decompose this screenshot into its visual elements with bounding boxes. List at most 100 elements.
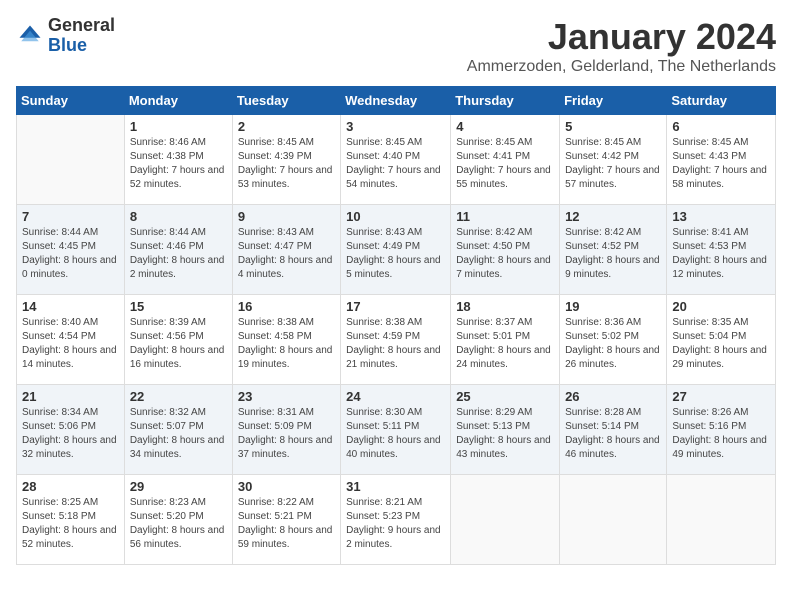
calendar-cell: 10 Sunrise: 8:43 AMSunset: 4:49 PMDaylig… xyxy=(341,205,451,295)
calendar-cell: 18 Sunrise: 8:37 AMSunset: 5:01 PMDaylig… xyxy=(451,295,560,385)
location-subtitle: Ammerzoden, Gelderland, The Netherlands xyxy=(467,58,776,76)
day-info: Sunrise: 8:44 AMSunset: 4:46 PMDaylight:… xyxy=(130,227,225,280)
logo-blue: Blue xyxy=(48,36,115,56)
calendar-cell: 7 Sunrise: 8:44 AMSunset: 4:45 PMDayligh… xyxy=(17,205,125,295)
day-info: Sunrise: 8:31 AMSunset: 5:09 PMDaylight:… xyxy=(238,407,333,460)
day-info: Sunrise: 8:38 AMSunset: 4:58 PMDaylight:… xyxy=(238,317,333,370)
day-info: Sunrise: 8:46 AMSunset: 4:38 PMDaylight:… xyxy=(130,137,225,190)
calendar-cell: 14 Sunrise: 8:40 AMSunset: 4:54 PMDaylig… xyxy=(17,295,125,385)
header-friday: Friday xyxy=(560,87,667,115)
calendar-cell xyxy=(17,115,125,205)
day-number: 19 xyxy=(565,299,661,314)
calendar-cell: 5 Sunrise: 8:45 AMSunset: 4:42 PMDayligh… xyxy=(560,115,667,205)
header-thursday: Thursday xyxy=(451,87,560,115)
calendar-cell: 26 Sunrise: 8:28 AMSunset: 5:14 PMDaylig… xyxy=(560,385,667,475)
day-info: Sunrise: 8:41 AMSunset: 4:53 PMDaylight:… xyxy=(672,227,767,280)
day-info: Sunrise: 8:45 AMSunset: 4:41 PMDaylight:… xyxy=(456,137,551,190)
calendar-cell: 19 Sunrise: 8:36 AMSunset: 5:02 PMDaylig… xyxy=(560,295,667,385)
day-number: 1 xyxy=(130,119,227,134)
day-number: 12 xyxy=(565,209,661,224)
day-info: Sunrise: 8:39 AMSunset: 4:56 PMDaylight:… xyxy=(130,317,225,370)
day-info: Sunrise: 8:45 AMSunset: 4:39 PMDaylight:… xyxy=(238,137,333,190)
day-info: Sunrise: 8:36 AMSunset: 5:02 PMDaylight:… xyxy=(565,317,660,370)
calendar-cell: 9 Sunrise: 8:43 AMSunset: 4:47 PMDayligh… xyxy=(232,205,340,295)
calendar-cell xyxy=(560,475,667,565)
day-info: Sunrise: 8:32 AMSunset: 5:07 PMDaylight:… xyxy=(130,407,225,460)
calendar-cell: 15 Sunrise: 8:39 AMSunset: 4:56 PMDaylig… xyxy=(124,295,232,385)
day-number: 5 xyxy=(565,119,661,134)
day-number: 31 xyxy=(346,479,445,494)
day-number: 21 xyxy=(22,389,119,404)
day-number: 26 xyxy=(565,389,661,404)
day-number: 25 xyxy=(456,389,554,404)
calendar-cell: 29 Sunrise: 8:23 AMSunset: 5:20 PMDaylig… xyxy=(124,475,232,565)
header: General Blue January 2024 Ammerzoden, Ge… xyxy=(16,16,776,76)
day-number: 29 xyxy=(130,479,227,494)
header-sunday: Sunday xyxy=(17,87,125,115)
calendar-cell: 4 Sunrise: 8:45 AMSunset: 4:41 PMDayligh… xyxy=(451,115,560,205)
calendar-cell: 23 Sunrise: 8:31 AMSunset: 5:09 PMDaylig… xyxy=(232,385,340,475)
day-number: 7 xyxy=(22,209,119,224)
calendar-cell: 3 Sunrise: 8:45 AMSunset: 4:40 PMDayligh… xyxy=(341,115,451,205)
calendar-cell: 17 Sunrise: 8:38 AMSunset: 4:59 PMDaylig… xyxy=(341,295,451,385)
calendar-week-1: 7 Sunrise: 8:44 AMSunset: 4:45 PMDayligh… xyxy=(17,205,776,295)
day-number: 18 xyxy=(456,299,554,314)
day-info: Sunrise: 8:37 AMSunset: 5:01 PMDaylight:… xyxy=(456,317,551,370)
header-tuesday: Tuesday xyxy=(232,87,340,115)
day-number: 23 xyxy=(238,389,335,404)
day-number: 13 xyxy=(672,209,770,224)
calendar-cell: 12 Sunrise: 8:42 AMSunset: 4:52 PMDaylig… xyxy=(560,205,667,295)
day-number: 10 xyxy=(346,209,445,224)
day-number: 9 xyxy=(238,209,335,224)
calendar-cell: 13 Sunrise: 8:41 AMSunset: 4:53 PMDaylig… xyxy=(667,205,776,295)
day-info: Sunrise: 8:22 AMSunset: 5:21 PMDaylight:… xyxy=(238,497,333,550)
day-number: 24 xyxy=(346,389,445,404)
day-info: Sunrise: 8:40 AMSunset: 4:54 PMDaylight:… xyxy=(22,317,117,370)
header-monday: Monday xyxy=(124,87,232,115)
day-number: 27 xyxy=(672,389,770,404)
day-number: 17 xyxy=(346,299,445,314)
day-info: Sunrise: 8:42 AMSunset: 4:50 PMDaylight:… xyxy=(456,227,551,280)
day-number: 30 xyxy=(238,479,335,494)
header-saturday: Saturday xyxy=(667,87,776,115)
calendar-table: Sunday Monday Tuesday Wednesday Thursday… xyxy=(16,86,776,565)
calendar-cell: 22 Sunrise: 8:32 AMSunset: 5:07 PMDaylig… xyxy=(124,385,232,475)
calendar-cell: 21 Sunrise: 8:34 AMSunset: 5:06 PMDaylig… xyxy=(17,385,125,475)
day-number: 20 xyxy=(672,299,770,314)
calendar-cell: 1 Sunrise: 8:46 AMSunset: 4:38 PMDayligh… xyxy=(124,115,232,205)
day-info: Sunrise: 8:21 AMSunset: 5:23 PMDaylight:… xyxy=(346,497,441,550)
day-number: 11 xyxy=(456,209,554,224)
calendar-cell: 30 Sunrise: 8:22 AMSunset: 5:21 PMDaylig… xyxy=(232,475,340,565)
day-info: Sunrise: 8:23 AMSunset: 5:20 PMDaylight:… xyxy=(130,497,225,550)
logo-icon xyxy=(16,22,44,50)
day-number: 22 xyxy=(130,389,227,404)
day-number: 14 xyxy=(22,299,119,314)
calendar-cell: 2 Sunrise: 8:45 AMSunset: 4:39 PMDayligh… xyxy=(232,115,340,205)
calendar-week-0: 1 Sunrise: 8:46 AMSunset: 4:38 PMDayligh… xyxy=(17,115,776,205)
day-info: Sunrise: 8:45 AMSunset: 4:40 PMDaylight:… xyxy=(346,137,441,190)
day-number: 2 xyxy=(238,119,335,134)
day-info: Sunrise: 8:26 AMSunset: 5:16 PMDaylight:… xyxy=(672,407,767,460)
calendar-cell: 20 Sunrise: 8:35 AMSunset: 5:04 PMDaylig… xyxy=(667,295,776,385)
calendar-cell: 6 Sunrise: 8:45 AMSunset: 4:43 PMDayligh… xyxy=(667,115,776,205)
calendar-week-4: 28 Sunrise: 8:25 AMSunset: 5:18 PMDaylig… xyxy=(17,475,776,565)
day-info: Sunrise: 8:43 AMSunset: 4:47 PMDaylight:… xyxy=(238,227,333,280)
day-info: Sunrise: 8:44 AMSunset: 4:45 PMDaylight:… xyxy=(22,227,117,280)
day-info: Sunrise: 8:42 AMSunset: 4:52 PMDaylight:… xyxy=(565,227,660,280)
calendar-cell: 28 Sunrise: 8:25 AMSunset: 5:18 PMDaylig… xyxy=(17,475,125,565)
day-info: Sunrise: 8:25 AMSunset: 5:18 PMDaylight:… xyxy=(22,497,117,550)
day-info: Sunrise: 8:38 AMSunset: 4:59 PMDaylight:… xyxy=(346,317,441,370)
calendar-cell xyxy=(667,475,776,565)
day-info: Sunrise: 8:35 AMSunset: 5:04 PMDaylight:… xyxy=(672,317,767,370)
day-info: Sunrise: 8:30 AMSunset: 5:11 PMDaylight:… xyxy=(346,407,441,460)
day-info: Sunrise: 8:28 AMSunset: 5:14 PMDaylight:… xyxy=(565,407,660,460)
day-number: 6 xyxy=(672,119,770,134)
title-section: January 2024 Ammerzoden, Gelderland, The… xyxy=(467,16,776,76)
day-number: 28 xyxy=(22,479,119,494)
logo: General Blue xyxy=(16,16,115,56)
logo-text: General Blue xyxy=(48,16,115,56)
day-info: Sunrise: 8:29 AMSunset: 5:13 PMDaylight:… xyxy=(456,407,551,460)
calendar-cell: 11 Sunrise: 8:42 AMSunset: 4:50 PMDaylig… xyxy=(451,205,560,295)
calendar-week-3: 21 Sunrise: 8:34 AMSunset: 5:06 PMDaylig… xyxy=(17,385,776,475)
calendar-cell: 24 Sunrise: 8:30 AMSunset: 5:11 PMDaylig… xyxy=(341,385,451,475)
